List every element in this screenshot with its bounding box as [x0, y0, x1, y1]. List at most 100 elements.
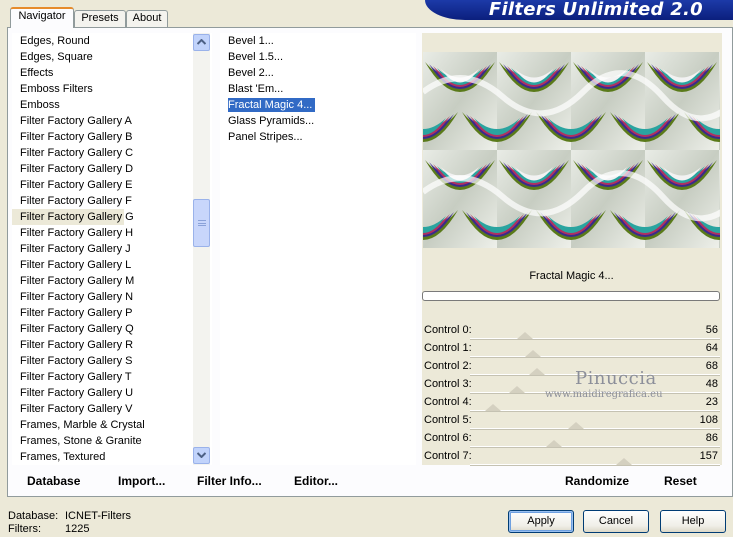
action-bar-left: Database Import... Filter Info... Editor… [12, 465, 416, 493]
database-button[interactable]: Database [27, 474, 80, 488]
category-item[interactable]: Filter Factory Gallery F [12, 193, 212, 209]
control-value: 68 [705, 360, 718, 372]
control-value: 56 [705, 324, 718, 336]
category-item[interactable]: Filter Factory Gallery T [12, 369, 212, 385]
watermark-name: Pinuccia [575, 368, 657, 389]
editor-button[interactable]: Editor... [294, 474, 338, 488]
cancel-button[interactable]: Cancel [583, 510, 649, 533]
control-label: Control 3: [424, 378, 472, 390]
filter-item[interactable]: Fractal Magic 4... [220, 97, 416, 113]
filter-item[interactable]: Blast 'Em... [220, 81, 416, 97]
control-label: Control 5: [424, 414, 472, 426]
control-slider-thumb[interactable] [516, 332, 533, 339]
filter-item-label: Glass Pyramids... [228, 115, 315, 127]
watermark: Pinuccia www.maidiregrafica.eu [545, 368, 675, 400]
category-list[interactable]: Edges, Round Edges, Square Effects Emboss F… [12, 33, 212, 465]
filter-item[interactable]: Glass Pyramids... [220, 113, 416, 129]
filter-list[interactable]: Bevel 1... Bevel 1.5... Bevel 2... Blast 'E… [220, 33, 416, 465]
control-value: 23 [705, 396, 718, 408]
category-item[interactable]: Filter Factory Gallery H [12, 225, 212, 241]
category-item[interactable]: Filter Factory Gallery J [12, 241, 212, 257]
import-button[interactable]: Import... [118, 474, 165, 488]
status-database: Database: ICNET-Filters [8, 510, 131, 522]
filter-item-label: Bevel 1... [228, 35, 274, 47]
control-row: Control 0: 56 [422, 322, 722, 340]
filter-item[interactable]: Bevel 2... [220, 65, 416, 81]
tab-about[interactable]: About [126, 10, 168, 27]
scroll-thumb[interactable] [193, 199, 210, 247]
category-item[interactable]: Filter Factory Gallery V [12, 401, 212, 417]
control-slider-thumb[interactable] [484, 404, 501, 411]
filter-item[interactable]: Bevel 1... [220, 33, 416, 49]
control-slider-thumb[interactable] [524, 350, 541, 357]
category-item[interactable]: Emboss Filters [12, 81, 212, 97]
control-value: 108 [699, 414, 718, 426]
control-value: 157 [699, 450, 718, 462]
control-slider-thumb[interactable] [528, 368, 545, 375]
tab-navigator[interactable]: Navigator [10, 7, 74, 28]
filter-item-label: Panel Stripes... [228, 131, 303, 143]
control-row: Control 5: 108 [422, 412, 722, 430]
category-item[interactable]: Filter Factory Gallery R [12, 337, 212, 353]
category-item[interactable]: Filter Factory Gallery Q [12, 321, 212, 337]
selected-filter-title: Fractal Magic 4... [529, 270, 614, 282]
apply-button[interactable]: Apply [508, 510, 574, 533]
category-item[interactable]: Effects [12, 65, 212, 81]
status-filters: Filters: 1225 [8, 523, 89, 535]
progress-bar [422, 291, 720, 301]
chevron-down-icon [196, 452, 207, 459]
chevron-up-icon [196, 38, 207, 45]
filter-item-label: Blast 'Em... [228, 83, 284, 95]
filter-info-button[interactable]: Filter Info... [197, 474, 262, 488]
banner-title: Filters Unlimited 2.0 [488, 0, 703, 20]
category-item[interactable]: Filter Factory Gallery U [12, 385, 212, 401]
category-item[interactable]: Filter Factory Gallery G [12, 209, 134, 225]
scroll-down-button[interactable] [193, 447, 210, 464]
fractal-preview-graphic [423, 52, 720, 248]
control-label: Control 1: [424, 342, 472, 354]
category-item[interactable]: Emboss [12, 97, 212, 113]
control-label: Control 7: [424, 450, 472, 462]
category-item[interactable]: Filter Factory Gallery L [12, 257, 212, 273]
category-item[interactable]: Filter Factory Gallery C [12, 145, 212, 161]
filter-item[interactable]: Panel Stripes... [220, 129, 416, 145]
tab-presets[interactable]: Presets [74, 10, 126, 27]
control-slider-thumb[interactable] [546, 440, 563, 447]
control-row: Control 7: 157 [422, 448, 722, 466]
category-item[interactable]: Filter Factory Gallery M [12, 273, 212, 289]
category-item[interactable]: Frames, Textured [12, 449, 212, 465]
help-button[interactable]: Help [660, 510, 726, 533]
category-item[interactable]: Filter Factory Gallery E [12, 177, 212, 193]
filter-item-label: Bevel 2... [228, 67, 274, 79]
category-item[interactable]: Edges, Square [12, 49, 212, 65]
category-item[interactable]: Filter Factory Gallery N [12, 289, 212, 305]
category-item[interactable]: Frames, Stone & Granite [12, 433, 212, 449]
reset-button[interactable]: Reset [664, 474, 697, 488]
filter-item[interactable]: Bevel 1.5... [220, 49, 416, 65]
category-item[interactable]: Filter Factory Gallery S [12, 353, 212, 369]
category-item[interactable]: Filter Factory Gallery B [12, 129, 212, 145]
scroll-up-button[interactable] [193, 34, 210, 51]
control-slider-thumb[interactable] [567, 422, 584, 429]
category-item[interactable]: Filter Factory Gallery A [12, 113, 212, 129]
category-item[interactable]: Edges, Round [12, 33, 212, 49]
action-bar-right: Randomize Reset [422, 465, 722, 493]
control-slider-thumb[interactable] [615, 458, 632, 465]
control-row: Control 1: 64 [422, 340, 722, 358]
preview-image [423, 52, 720, 248]
category-item[interactable]: Frames, Marble & Crystal [12, 417, 212, 433]
control-label: Control 4: [424, 396, 472, 408]
category-item[interactable]: Filter Factory Gallery P [12, 305, 212, 321]
control-label: Control 0: [424, 324, 472, 336]
control-value: 48 [705, 378, 718, 390]
status-filters-label: Filters: [8, 523, 41, 535]
status-filters-value: 1225 [65, 523, 90, 535]
category-item[interactable]: Filter Factory Gallery D [12, 161, 212, 177]
randomize-button[interactable]: Randomize [565, 474, 629, 488]
category-scrollbar[interactable] [193, 33, 210, 465]
control-slider-thumb[interactable] [509, 386, 526, 393]
control-label: Control 6: [424, 432, 472, 444]
status-database-label: Database: [8, 510, 59, 522]
watermark-url: www.maidiregrafica.eu [545, 389, 663, 400]
filter-item-label: Fractal Magic 4... [228, 98, 316, 112]
